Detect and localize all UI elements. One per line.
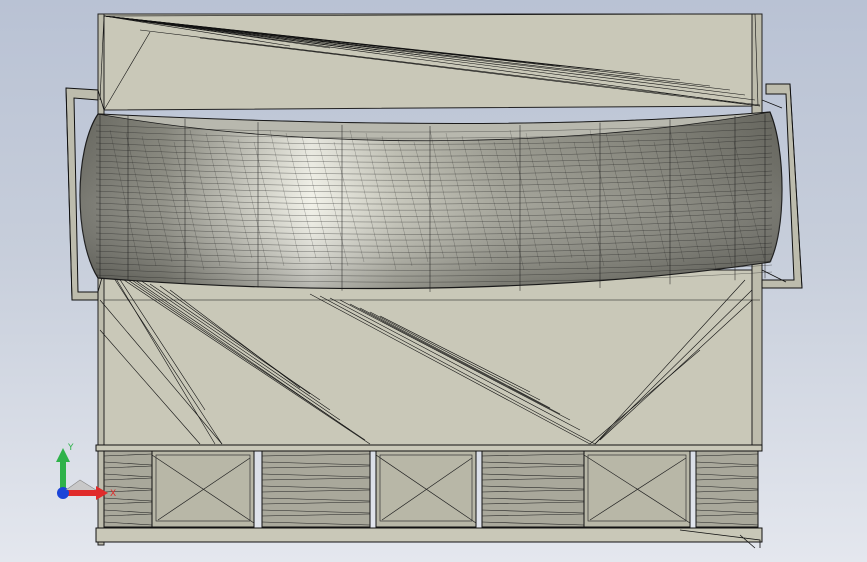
roller-block <box>151 450 255 528</box>
coordinate-triad[interactable]: Y X <box>50 440 120 510</box>
cad-model-view[interactable] <box>0 0 867 562</box>
cad-viewport[interactable]: Y X <box>0 0 867 562</box>
tire <box>79 111 783 290</box>
roller-cylinder <box>481 450 585 528</box>
y-axis-arrow <box>56 448 70 492</box>
roller-block <box>375 450 477 528</box>
roller-cylinder <box>261 450 371 528</box>
roller-row <box>103 450 759 528</box>
plane-indicator <box>65 479 97 491</box>
roller-block <box>583 450 691 528</box>
x-axis-label: X <box>110 489 116 499</box>
roller-cylinder <box>695 450 759 528</box>
y-axis-label: Y <box>67 443 74 453</box>
